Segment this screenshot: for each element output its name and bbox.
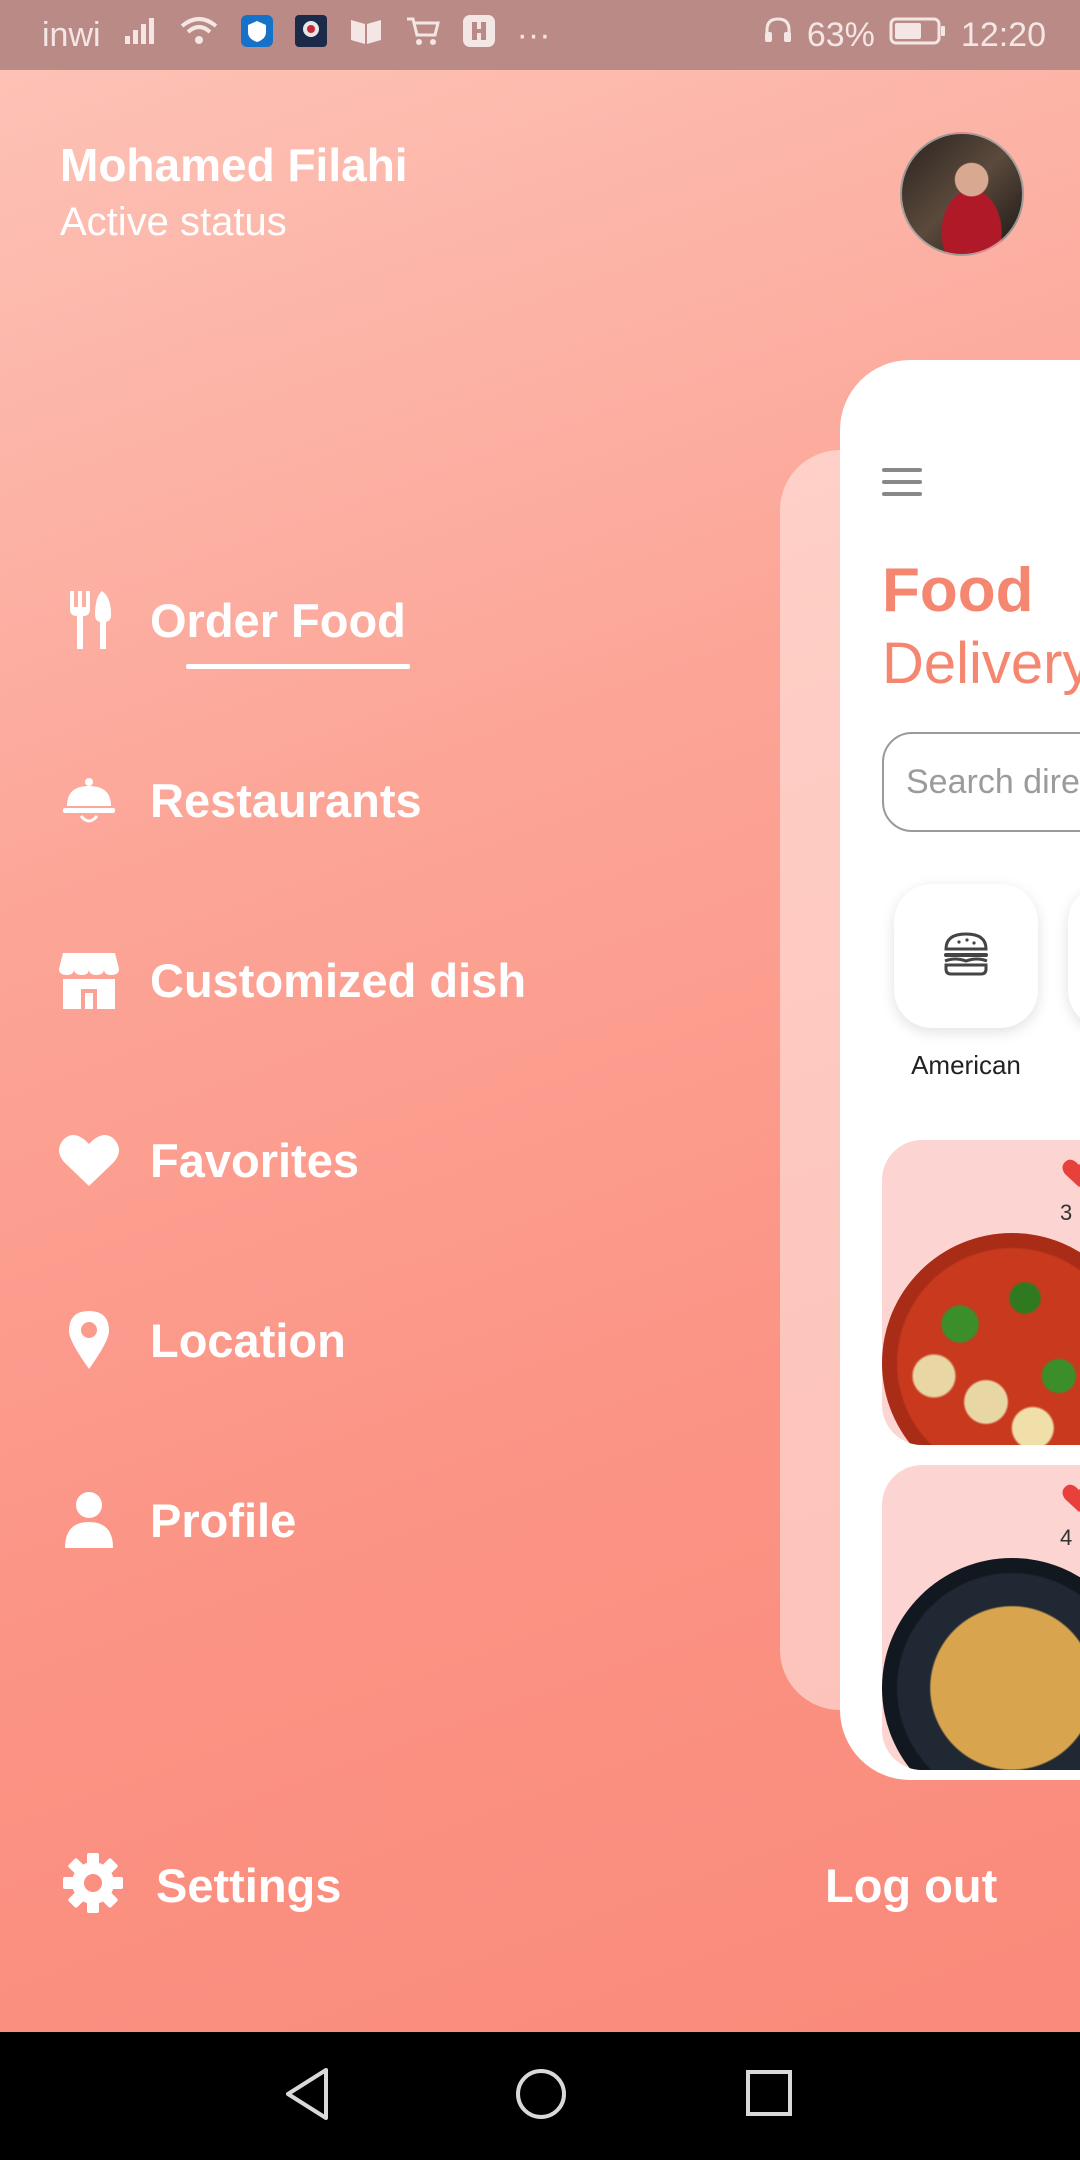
user-status: Active status	[60, 200, 287, 244]
menu-label: Customized dish	[150, 953, 527, 1007]
user-name: Mohamed Filahi	[60, 139, 408, 191]
wifi-icon	[179, 16, 219, 55]
navigation-bar	[0, 2032, 1080, 2160]
pizza-image	[882, 1233, 1080, 1445]
battery-icon	[889, 16, 947, 55]
carrier-label: inwi	[42, 15, 101, 54]
menu-item-customized-dish[interactable]: Customized dish	[58, 940, 526, 1020]
book-icon	[349, 16, 383, 55]
category-label: American	[911, 1050, 1021, 1080]
back-icon[interactable]	[282, 2066, 332, 2127]
gear-icon	[62, 1852, 124, 1919]
store-icon	[58, 949, 120, 1011]
more-notifications-label: ···	[516, 15, 551, 54]
app-icon	[294, 14, 327, 56]
cloche-icon	[58, 769, 120, 831]
menu-label: Location	[150, 1313, 346, 1367]
headset-icon	[763, 16, 793, 55]
menu-item-profile[interactable]: Profile	[58, 1480, 296, 1560]
app-title-line2: Delivery	[882, 631, 1080, 696]
battery-percent: 63%	[806, 15, 875, 54]
food-card[interactable]: 3	[882, 1140, 1080, 1445]
settings-button[interactable]: Settings	[62, 1845, 341, 1925]
shield-app-icon	[240, 14, 273, 56]
menu-item-favorites[interactable]: Favorites	[58, 1120, 359, 1200]
menu-label: Favorites	[150, 1133, 359, 1187]
menu-item-restaurants[interactable]: Restaurants	[58, 760, 422, 840]
heart-icon[interactable]	[1062, 1158, 1080, 1193]
avatar[interactable]	[900, 132, 1024, 256]
status-bar: inwi ··· 63% 12:20	[0, 0, 1080, 70]
likes-count: 4	[1060, 1525, 1073, 1550]
recents-icon[interactable]	[744, 2066, 794, 2127]
clock-time: 12:20	[960, 15, 1046, 54]
likes-count: 3	[1060, 1200, 1073, 1225]
food-card[interactable]: 4	[882, 1465, 1080, 1770]
logout-button[interactable]: Log out	[825, 1858, 997, 1913]
signal-icon	[123, 16, 157, 55]
settings-label: Settings	[156, 1858, 342, 1912]
heart-icon	[58, 1129, 120, 1191]
menu-label: Profile	[150, 1493, 297, 1547]
search-input[interactable]: Search directly	[882, 732, 1080, 832]
app-h-icon	[462, 14, 495, 56]
menu-label: Order Food	[150, 593, 406, 647]
menu-label: Restaurants	[150, 773, 422, 827]
hamburger-menu-icon[interactable]	[882, 468, 922, 501]
drawer-screen: inwi ··· 63% 12:20 Mohamed Filahi Active…	[0, 0, 1080, 2032]
selected-underline	[186, 664, 410, 669]
pasta-image	[882, 1558, 1080, 1770]
category-next-button[interactable]	[1068, 884, 1080, 1028]
utensils-icon	[58, 589, 120, 651]
user-icon	[58, 1489, 120, 1551]
burger-icon	[941, 929, 991, 984]
menu-item-order-food[interactable]: Order Food	[58, 580, 406, 660]
home-icon[interactable]	[514, 2066, 568, 2127]
app-title-line1: Food	[882, 556, 1034, 625]
cart-icon	[405, 15, 441, 56]
menu-item-location[interactable]: Location	[58, 1300, 346, 1380]
main-screen-preview[interactable]: Food Delivery Search directly American 3	[840, 360, 1080, 1780]
category-american-button[interactable]	[894, 884, 1038, 1028]
heart-icon[interactable]	[1062, 1483, 1080, 1518]
map-pin-icon	[58, 1309, 120, 1371]
